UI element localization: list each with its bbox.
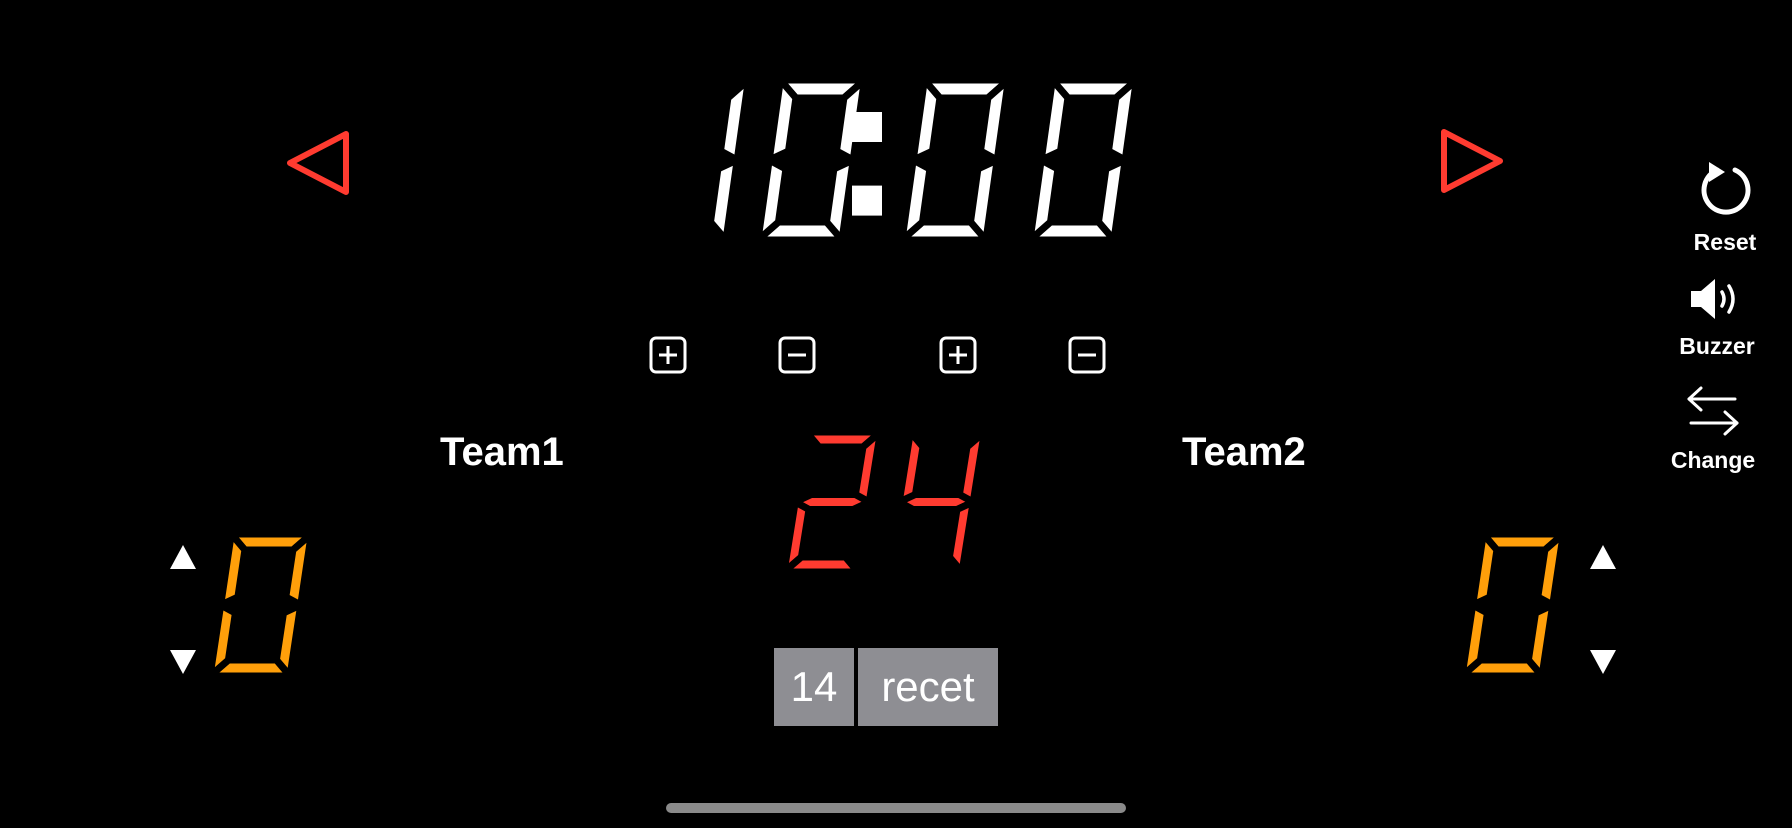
game-clock-display	[706, 71, 1146, 249]
colon-dot-2	[852, 185, 882, 216]
clock-right-arrow-icon[interactable]	[1440, 128, 1504, 194]
segment-c	[706, 154, 742, 249]
shot-clock-14-button[interactable]: 14	[774, 648, 854, 726]
segment-f	[764, 71, 800, 166]
colon-dot-1	[852, 112, 882, 142]
team1-score-display	[200, 525, 321, 685]
buzzer-label: Buzzer	[1679, 333, 1755, 359]
segment-f	[908, 71, 944, 166]
home-indicator	[666, 803, 1126, 813]
team2-score-down-icon[interactable]	[1588, 648, 1618, 676]
team1-score-down-icon[interactable]	[168, 648, 198, 676]
digit-2	[774, 423, 890, 581]
reset-button[interactable]: Reset	[1670, 158, 1780, 256]
digit-4	[891, 423, 990, 581]
team1-score-up-icon[interactable]	[168, 543, 198, 571]
seconds-plus-button[interactable]	[939, 336, 977, 374]
reset-label: Reset	[1693, 229, 1757, 255]
digit-0	[892, 71, 1018, 249]
shot-clock[interactable]: 24	[774, 423, 1010, 581]
change-label: Change	[1670, 447, 1756, 473]
segment-f	[216, 525, 249, 611]
minutes-plus-button[interactable]	[649, 336, 687, 374]
segment-f	[1036, 71, 1072, 166]
digit-0	[1020, 71, 1146, 249]
segment-d	[774, 553, 866, 576]
digit-0	[1452, 525, 1573, 685]
digit-0	[200, 525, 321, 685]
team2-name[interactable]: Team2	[1182, 430, 1306, 475]
digit-0	[748, 71, 874, 249]
game-clock[interactable]: 10 : 00	[640, 71, 1150, 249]
segment-b	[955, 423, 990, 508]
shot-clock-display	[774, 423, 990, 581]
swap-arrows-icon	[1687, 386, 1739, 436]
team2-score-display	[1452, 525, 1573, 685]
team2-score[interactable]: 0	[1452, 525, 1573, 685]
speaker-icon	[1691, 279, 1735, 319]
segment-b	[716, 71, 754, 166]
team1-name[interactable]: Team1	[440, 430, 564, 475]
digit-1	[706, 71, 754, 249]
reset-icon	[1701, 162, 1751, 215]
minutes-minus-button[interactable]	[778, 336, 816, 374]
team1-score[interactable]: 0	[200, 525, 321, 685]
segment-f	[1468, 525, 1501, 611]
buzzer-button[interactable]: Buzzer	[1662, 276, 1772, 360]
shot-clock-reset-button[interactable]: recet	[858, 648, 998, 726]
seconds-minus-button[interactable]	[1068, 336, 1106, 374]
change-button[interactable]: Change	[1658, 384, 1768, 474]
clock-left-arrow-icon[interactable]	[286, 130, 350, 196]
team2-score-up-icon[interactable]	[1588, 543, 1618, 571]
